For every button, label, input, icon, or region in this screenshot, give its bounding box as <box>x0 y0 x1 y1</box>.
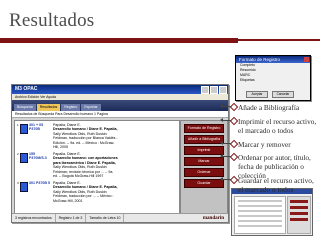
mark-button[interactable]: Marcar <box>184 157 224 166</box>
close-icon[interactable] <box>219 85 227 94</box>
title-rule-thin <box>238 39 320 41</box>
slide-title: Resultados <box>9 10 95 31</box>
bullet-add-bibliography: Añade a Bibliografía <box>229 102 317 112</box>
record-line: McGraw-Hill, 2001 <box>53 198 83 203</box>
record-line: ed. -- Bogotá McGraw-Hill 1997 <box>53 174 104 179</box>
call-number: 301 P370B 5 <box>29 181 50 185</box>
book-icon <box>20 182 28 192</box>
bullet-save: Guardar el recurso activo, el marcado o … <box>229 175 317 194</box>
pointer-arrow <box>220 177 231 181</box>
status-bar: 3 registros encontrados Registro 1 de 3 … <box>12 213 228 222</box>
tab-resultados[interactable]: Resultados <box>36 104 61 111</box>
dialog-title: Formato de Registro <box>239 57 281 62</box>
tab-bar: Búsqueda Resultados Registro Exportar <box>12 100 228 111</box>
pointer-arrow <box>220 141 231 145</box>
record-format-button[interactable]: Formato de Registro <box>184 124 224 133</box>
record-number: 1 <box>17 123 19 127</box>
book-icon <box>20 124 28 134</box>
bullet-mark: Marcar y remover <box>229 139 317 149</box>
export-window-thumbnail <box>231 188 313 236</box>
results-list[interactable]: 1 301 + 05 P370B Papalia, Diane E. Desar… <box>14 120 180 214</box>
book-icon <box>20 153 28 163</box>
window-title: M3 OPAC <box>15 86 38 92</box>
call-number: 301 + 05 P370B <box>29 123 44 132</box>
add-to-bibliography-button[interactable]: Añadir a Bibliografía <box>184 135 224 144</box>
dialog-title-bar: Formato de Registro <box>236 56 310 63</box>
print-button[interactable]: Imprimir <box>184 146 224 155</box>
thumbnail-content-pane <box>234 196 286 234</box>
pointer-arrow <box>220 154 231 158</box>
record-description: Papalia, Diane E. Desarrollo humano: con… <box>53 152 171 178</box>
record-number: 2 <box>17 152 19 156</box>
status-record: Registro 1 de 3 <box>56 214 87 222</box>
tab-busqueda[interactable]: Búsqueda <box>14 104 36 111</box>
close-icon[interactable] <box>304 57 309 62</box>
bullet-text: Marcar y remover <box>238 140 291 149</box>
call-number: 155 P370M/S.3 <box>29 152 47 161</box>
thumbnail-button-column <box>287 196 311 234</box>
sort-button[interactable]: Ordenar <box>184 168 224 177</box>
status-count: 3 registros encontrados <box>12 214 56 222</box>
app-body: 1 301 + 05 P370B Papalia, Diane E. Desar… <box>12 118 228 214</box>
bullet-text: Imprimir el recurso activo, el marcado o… <box>238 117 317 135</box>
maximize-icon[interactable] <box>210 85 218 94</box>
list-item[interactable]: 1 301 + 05 P370B Papalia, Diane E. Desar… <box>17 123 177 151</box>
results-subheader: Resultados de Búsqueda Para Desarrollo h… <box>12 111 228 118</box>
record-description: Papalia, Diane E. Desarrollo humano / Di… <box>53 181 171 203</box>
record-format-dialog: Formato de Registro Completo Resumido MA… <box>235 55 311 101</box>
format-option[interactable]: Etiquetas <box>236 78 310 83</box>
record-description: Papalia, Diane E. Desarrollo humano / Di… <box>53 123 171 149</box>
action-button-bar: Formato de Registro Añadir a Bibliografí… <box>180 120 228 214</box>
bullet-text: Guardar el recurso activo, el marcado o … <box>238 176 314 194</box>
record-line: Hill, 2005 <box>53 145 68 150</box>
tab-registro[interactable]: Registro <box>61 104 81 111</box>
window-title-bar: M3 OPAC <box>12 85 228 94</box>
list-item[interactable]: 2 155 P370M/S.3 Papalia, Diane E. Desarr… <box>17 152 177 180</box>
record-number: 3 <box>17 181 19 185</box>
ok-button[interactable]: Aceptar <box>246 91 268 98</box>
minimize-icon[interactable] <box>201 85 209 94</box>
save-button[interactable]: Guardar <box>184 179 224 188</box>
opac-window: M3 OPAC Archivo Edición Ver Ayuda Búsque… <box>11 84 229 223</box>
list-item[interactable]: 3 301 P370B 5 Papalia, Diane E. Desarrol… <box>17 181 177 209</box>
title-rule <box>0 38 238 43</box>
brand-logo: mandarin <box>202 216 224 221</box>
bullet-print: Imprimir el recurso activo, el marcado o… <box>229 116 317 135</box>
window-controls <box>201 85 227 94</box>
cancel-button[interactable]: Cancelar <box>272 91 294 98</box>
pointer-arrow <box>220 104 231 108</box>
pointer-arrow <box>220 118 231 122</box>
status-font-size: Tamaño de Letra 10 <box>86 214 125 222</box>
bullet-text: Añade a Bibliografía <box>238 103 300 112</box>
tab-exportar[interactable]: Exportar <box>81 104 101 111</box>
